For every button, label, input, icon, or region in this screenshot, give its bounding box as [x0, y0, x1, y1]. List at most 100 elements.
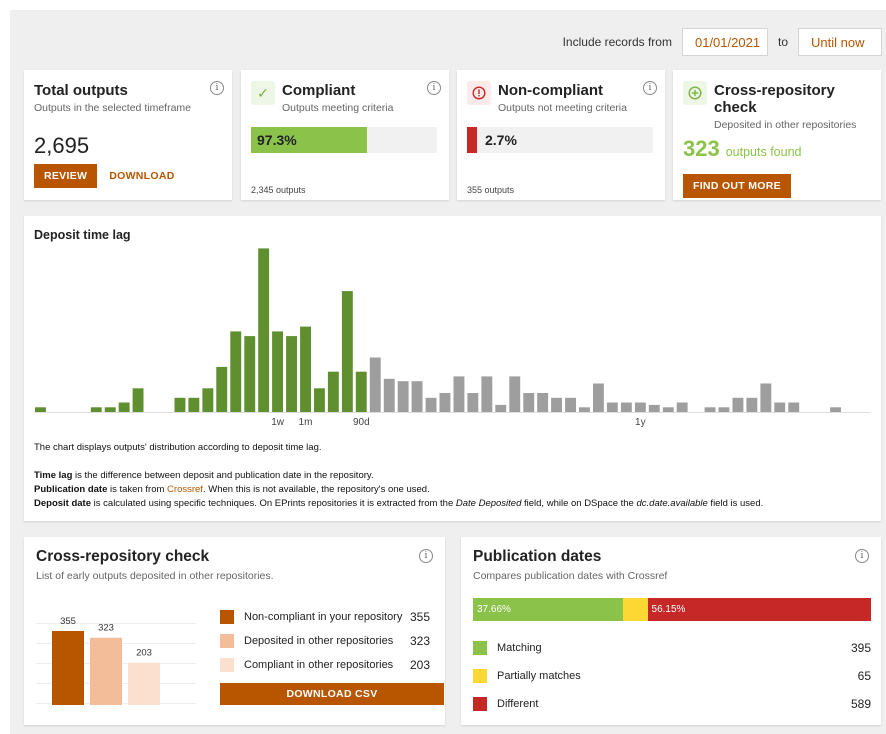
chart-bar[interactable] [230, 331, 242, 412]
chart-tick-label: 1m [299, 417, 313, 428]
chart-bar[interactable] [593, 383, 604, 413]
info-icon[interactable]: i [855, 549, 869, 563]
card-subtitle: Deposited in other repositories [714, 119, 857, 131]
legend-swatch [473, 641, 487, 655]
noncompliant-progress: 2.7% [467, 127, 653, 153]
chart-bar[interactable] [481, 376, 493, 412]
chart-bar[interactable] [467, 393, 479, 412]
noncompliant-progress-fill [467, 127, 477, 153]
chart-bar[interactable] [258, 248, 270, 412]
chart-bar[interactable] [830, 407, 841, 412]
chart-bar[interactable] [300, 326, 311, 412]
chart-bar[interactable] [760, 383, 772, 413]
legend-value: 355 [409, 610, 430, 624]
chart-bar[interactable] [272, 331, 283, 412]
chart-bar[interactable] [341, 291, 353, 412]
publication-segment[interactable]: 37.66% [473, 598, 623, 621]
cross-bar[interactable] [128, 662, 160, 705]
chart-bar[interactable] [774, 402, 786, 413]
cross-value-suffix: outputs found [725, 145, 802, 159]
cross-bar[interactable] [90, 637, 122, 705]
card-subtitle: List of early outputs deposited in other… [36, 570, 274, 582]
deposit-date-def-mid: field, while on DSpace the [521, 498, 637, 509]
chart-bar[interactable] [216, 366, 228, 412]
legend-value: 395 [850, 641, 871, 655]
chart-bar[interactable] [244, 336, 256, 412]
time-lag-def: is the difference between deposit and pu… [72, 470, 374, 481]
chart-bar[interactable] [537, 393, 549, 412]
chart-bar[interactable] [104, 407, 116, 412]
info-icon[interactable]: i [210, 81, 224, 95]
publication-segment[interactable] [622, 598, 648, 621]
chart-bar[interactable] [132, 388, 144, 412]
total-outputs-card: Total outputs Outputs in the selected ti… [24, 70, 232, 200]
chart-bar[interactable] [397, 381, 409, 412]
chart-bar[interactable] [579, 407, 590, 412]
chart-bar[interactable] [383, 378, 395, 412]
cross-bar[interactable] [52, 631, 84, 705]
noncompliant-count: 355 outputs [467, 185, 515, 195]
chart-bar[interactable] [788, 402, 800, 413]
chart-bar[interactable] [746, 397, 758, 412]
deposit-time-lag-card: Deposit time lag 1w 1m 90d 1y The chart dis… [24, 216, 881, 521]
chart-bar[interactable] [90, 407, 102, 412]
chart-bar[interactable] [509, 376, 521, 412]
chart-bar[interactable] [551, 397, 562, 412]
card-title: Compliant [282, 82, 356, 99]
find-out-more-button[interactable]: FIND OUT MORE [683, 174, 791, 198]
chart-bar[interactable] [634, 402, 646, 413]
download-button[interactable]: DOWNLOAD [103, 164, 180, 188]
chart-bar[interactable] [648, 404, 660, 412]
chart-bar[interactable] [286, 336, 297, 412]
chart-bar[interactable] [704, 407, 716, 412]
chart-bar[interactable] [523, 393, 535, 412]
chart-tick-label: 90d [353, 417, 370, 428]
legend-value: 589 [850, 697, 871, 711]
chart-bar[interactable] [174, 397, 186, 412]
cross-repo-card: Cross-repository check Deposited in othe… [673, 70, 881, 200]
chart-bar[interactable] [495, 404, 507, 412]
legend-swatch [220, 634, 234, 648]
chart-bar[interactable] [327, 371, 339, 412]
alert-icon [467, 81, 491, 105]
chart-tick-label: 1y [635, 417, 646, 428]
publication-segment[interactable]: 56.15% [647, 598, 871, 621]
chart-bar[interactable] [620, 402, 632, 413]
chart-bar[interactable] [314, 388, 325, 412]
chart-bar[interactable] [202, 388, 214, 412]
legend-swatch [220, 610, 234, 624]
legend-value: 65 [857, 669, 871, 683]
chart-bar[interactable] [453, 376, 465, 412]
card-title: Cross-repository check [714, 82, 835, 116]
chart-bar[interactable] [606, 402, 618, 413]
crossref-link[interactable]: Crossref [167, 484, 203, 495]
total-value: 2,695 [34, 133, 90, 158]
chart-bar[interactable] [355, 371, 367, 412]
chart-bar[interactable] [718, 407, 730, 412]
info-icon[interactable]: i [427, 81, 441, 95]
info-icon[interactable]: i [643, 81, 657, 95]
noncompliant-card: Non-compliant Outputs not meeting criter… [457, 70, 665, 200]
chart-bar[interactable] [411, 381, 423, 412]
cross-repo-chart: 355 323 203 [36, 616, 196, 705]
card-title: Total outputs [34, 82, 128, 99]
chart-bar[interactable] [439, 393, 451, 412]
chart-bar[interactable] [425, 397, 437, 412]
chart-bar[interactable] [732, 397, 744, 412]
download-csv-button[interactable]: DOWNLOAD CSV [220, 683, 444, 705]
date-from-input[interactable]: 01/01/2021 [681, 28, 768, 56]
chart-bar[interactable] [662, 407, 674, 412]
chart-bar[interactable] [118, 402, 130, 413]
info-icon[interactable]: i [419, 549, 433, 563]
review-button[interactable]: REVIEW [34, 164, 98, 188]
chart-bar[interactable] [35, 407, 46, 412]
chart-bar[interactable] [188, 397, 200, 412]
date-to-input[interactable]: Until now [798, 28, 882, 56]
chart-bar[interactable] [369, 357, 381, 413]
chart-bar[interactable] [676, 402, 688, 413]
compliant-percent: 97.3% [257, 132, 297, 148]
date-filter: Include records from 01/01/2021 to Until… [563, 28, 882, 56]
time-lag-term: Time lag [34, 470, 73, 481]
chart-bar[interactable] [565, 397, 576, 412]
card-subtitle: Outputs not meeting criteria [498, 102, 627, 114]
